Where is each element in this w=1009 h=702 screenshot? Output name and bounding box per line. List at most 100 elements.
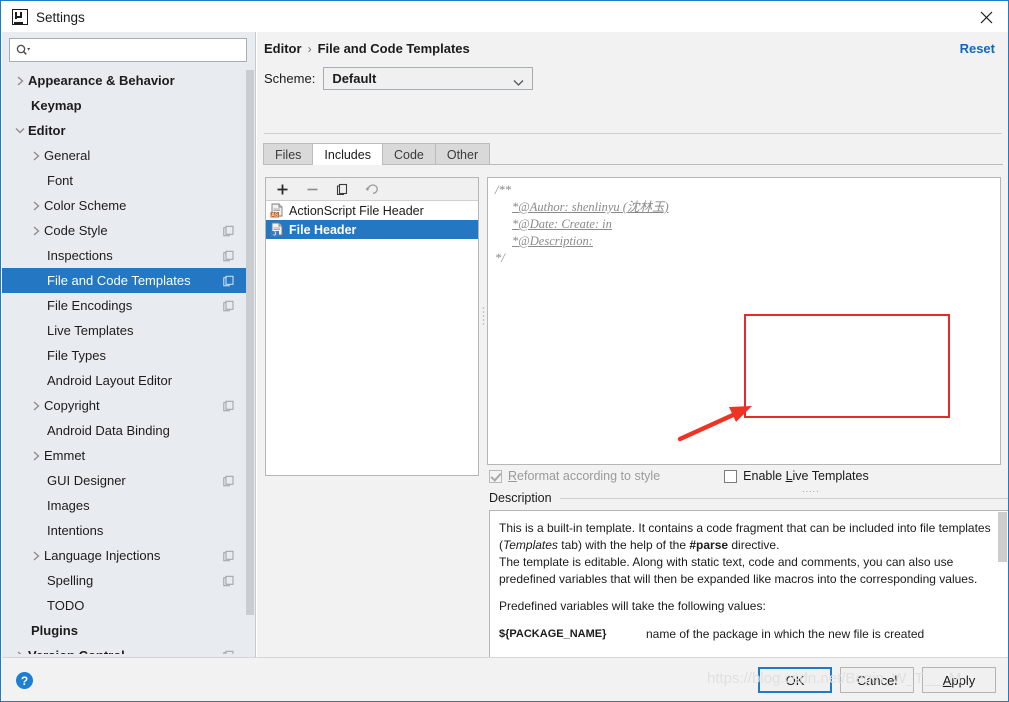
settings-dialog: Settings Appearance & Behavior Keymap Edit…: [0, 0, 1009, 702]
sidebar-item-label: General: [44, 148, 91, 163]
search-icon: [16, 44, 31, 57]
minus-icon[interactable]: [304, 181, 320, 197]
sidebar-item-label: TODO: [47, 598, 85, 613]
search-input[interactable]: [31, 40, 246, 60]
sidebar-item-label: Intentions: [47, 523, 104, 538]
sidebar-item-label: Inspections: [47, 248, 113, 263]
close-icon[interactable]: [963, 2, 1008, 32]
sidebar-item-plugins[interactable]: Plugins: [2, 618, 248, 643]
sidebar-item-language-injections[interactable]: Language Injections: [2, 543, 248, 568]
sidebar-item-label: Live Templates: [47, 323, 134, 338]
code-line-text: /**: [495, 183, 511, 197]
tab-label: Code: [393, 147, 424, 162]
sidebar-item-copyright[interactable]: Copyright: [2, 393, 248, 418]
sidebar-item-label: Spelling: [47, 573, 94, 588]
template-code-editor[interactable]: /** *@Author: shenlinyu (沈林玉) *@Date: Crea…: [487, 177, 1001, 465]
template-list-item-label: File Header: [289, 222, 357, 237]
project-scope-icon: [223, 275, 234, 286]
sidebar-item-label: Emmet: [44, 448, 86, 463]
sidebar-item-label: Keymap: [31, 98, 82, 113]
templates-content-area: AS ActionScript File Header J File Header /…: [263, 165, 1008, 682]
tab-includes[interactable]: Includes: [312, 143, 383, 165]
template-code-text[interactable]: /** *@Author: shenlinyu (沈林玉) *@Date: Crea…: [495, 182, 669, 267]
project-scope-icon: [223, 300, 234, 311]
apply-button[interactable]: Apply: [922, 667, 996, 693]
tab-label: Files: [275, 147, 302, 162]
search-box[interactable]: [9, 38, 247, 62]
sidebar-item-version-control[interactable]: Version Control: [2, 643, 248, 654]
reset-link[interactable]: Reset: [960, 41, 995, 56]
template-list-item[interactable]: AS ActionScript File Header: [266, 201, 478, 220]
tab-other[interactable]: Other: [434, 143, 491, 165]
cancel-button[interactable]: Cancel: [840, 667, 914, 693]
code-line: *@Description:: [495, 233, 669, 250]
sidebar-item-editor[interactable]: Editor: [2, 118, 248, 143]
scheme-selected-value: Default: [332, 71, 377, 86]
sidebar-item-inspections[interactable]: Inspections: [2, 243, 248, 268]
sidebar-item-spelling[interactable]: Spelling: [2, 568, 248, 593]
sidebar-item-file-encodings[interactable]: File Encodings: [2, 293, 248, 318]
sidebar-scrollbar-thumb[interactable]: [246, 70, 254, 615]
chevron-right-icon[interactable]: [12, 73, 28, 89]
project-scope-icon: [223, 475, 234, 486]
sidebar-item-label: Color Scheme: [44, 198, 127, 213]
chevron-right-icon[interactable]: [28, 198, 44, 214]
sidebar-item-label: Code Style: [44, 223, 108, 238]
chevron-down-icon: [513, 74, 524, 92]
breadcrumb-parent[interactable]: Editor: [264, 41, 302, 56]
sidebar-item-label: Version Control: [28, 648, 125, 654]
tab-code[interactable]: Code: [381, 143, 436, 165]
sidebar-item-android-layout-editor[interactable]: Android Layout Editor: [2, 368, 248, 393]
sidebar-item-gui-designer[interactable]: GUI Designer: [2, 468, 248, 493]
tab-label: Includes: [324, 147, 371, 162]
breadcrumb: Editor › File and Code Templates: [264, 41, 470, 56]
breadcrumb-separator-icon: ›: [307, 41, 312, 56]
chevron-right-icon[interactable]: [28, 148, 44, 164]
chevron-right-icon[interactable]: [28, 223, 44, 239]
sidebar-item-android-data-binding[interactable]: Android Data Binding: [2, 418, 248, 443]
sidebar-item-keymap[interactable]: Keymap: [2, 93, 248, 118]
chevron-right-icon[interactable]: [28, 398, 44, 414]
chevron-down-icon[interactable]: [12, 123, 28, 139]
template-list-item[interactable]: J File Header: [266, 220, 478, 239]
chevron-right-icon[interactable]: [28, 448, 44, 464]
sidebar-item-emmet[interactable]: Emmet: [2, 443, 248, 468]
project-scope-icon: [223, 550, 234, 561]
sidebar-item-general[interactable]: General: [2, 143, 248, 168]
sidebar-item-file-types[interactable]: File Types: [2, 343, 248, 368]
project-scope-icon: [223, 250, 234, 261]
scheme-select[interactable]: Default: [323, 67, 534, 92]
sidebar-item-label: Font: [47, 173, 74, 188]
ok-button[interactable]: OK: [758, 667, 832, 693]
scheme-label: Scheme:: [264, 71, 316, 86]
sidebar-scrollbar[interactable]: [246, 70, 254, 650]
code-line-text: *@Description:: [512, 234, 593, 248]
sidebar-item-intentions[interactable]: Intentions: [2, 518, 248, 543]
chevron-right-icon[interactable]: [12, 648, 28, 654]
sidebar-item-font[interactable]: Font: [2, 168, 248, 193]
sidebar-item-todo[interactable]: TODO: [2, 593, 248, 618]
checkbox-box[interactable]: [724, 469, 738, 483]
code-line: *@Date: Create: in: [495, 216, 669, 233]
sidebar-item-live-templates[interactable]: Live Templates: [2, 318, 248, 343]
description-p1-part-b: tab) with the help of the: [557, 538, 690, 552]
plus-icon[interactable]: [274, 181, 290, 197]
project-scope-icon: [223, 225, 234, 236]
chevron-right-icon[interactable]: [28, 548, 44, 564]
sidebar-item-appearance-behavior[interactable]: Appearance & Behavior: [2, 68, 248, 93]
sidebar-item-label: Copyright: [44, 398, 100, 413]
copy-icon[interactable]: [334, 181, 350, 197]
list-splitter[interactable]: [481, 181, 486, 471]
tab-files[interactable]: Files: [263, 143, 314, 165]
sidebar-item-code-style[interactable]: Code Style: [2, 218, 248, 243]
undo-icon[interactable]: [364, 181, 380, 197]
sidebar-item-images[interactable]: Images: [2, 493, 248, 518]
description-scrollbar-thumb[interactable]: [998, 512, 1007, 562]
code-line-text: *@Date: Create: in: [512, 217, 612, 231]
tab-label: Other: [446, 147, 479, 162]
sidebar-item-file-and-code-templates[interactable]: File and Code Templates: [2, 268, 248, 293]
sidebar-item-color-scheme[interactable]: Color Scheme: [2, 193, 248, 218]
svg-text:J: J: [273, 231, 276, 237]
enable-live-templates-checkbox[interactable]: Enable Live Templates.....: [724, 469, 869, 494]
help-icon[interactable]: ?: [16, 672, 33, 689]
